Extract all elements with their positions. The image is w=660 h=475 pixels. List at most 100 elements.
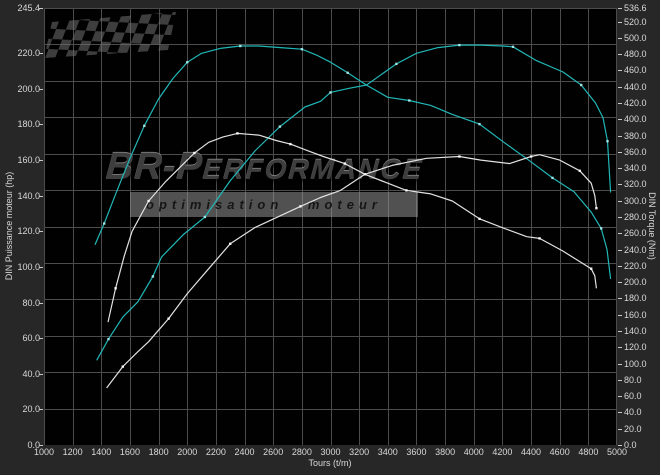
axis-tick-mark [618, 315, 622, 316]
axis-tick-mark [618, 184, 622, 185]
x-tick-label: 4800 [573, 448, 603, 457]
x-tick-label: 5000 [602, 448, 632, 457]
y-left-tick-label: 60.0 [22, 334, 40, 343]
torque-curve-b [97, 45, 611, 360]
x-tick-label: 3400 [373, 448, 403, 457]
axis-tick-mark [618, 250, 622, 251]
x-tick-label: 2200 [201, 448, 231, 457]
x-axis-title: Tours (t/m) [308, 458, 351, 468]
axis-tick-mark [39, 303, 43, 304]
y-right-tick-label: 380.0 [624, 132, 647, 141]
axis-tick-mark [618, 87, 622, 88]
y-right-tick-label: 460.0 [624, 66, 647, 75]
x-tick-label: 1800 [144, 448, 174, 457]
y-right-tick-label: 440.0 [624, 83, 647, 92]
axis-tick-mark [39, 160, 43, 161]
x-tick-label: 2600 [258, 448, 288, 457]
axis-tick-mark [618, 217, 622, 218]
axis-tick-mark [39, 196, 43, 197]
y-right-tick-label: 180.0 [624, 294, 647, 303]
y-left-tick-label: 180.0 [17, 120, 40, 129]
y-right-tick-label: 160.0 [624, 311, 647, 320]
x-tick-label: 1200 [58, 448, 88, 457]
axis-tick-mark [618, 119, 622, 120]
y-right-tick-label: 340.0 [624, 164, 647, 173]
y-right-tick-label: 240.0 [624, 246, 647, 255]
axis-tick-mark [39, 53, 43, 54]
x-tick-label: 3600 [401, 448, 431, 457]
axis-tick-mark [39, 409, 43, 410]
axis-tick-mark [618, 8, 622, 9]
axis-tick-mark [39, 124, 43, 125]
x-tick-label: 1600 [115, 448, 145, 457]
y-right-tick-label: 140.0 [624, 327, 647, 336]
axis-tick-mark [618, 380, 622, 381]
y-left-tick-label: 140.0 [17, 192, 40, 201]
axis-tick-mark [618, 22, 622, 23]
axis-tick-mark [618, 445, 622, 446]
axis-tick-mark [618, 103, 622, 104]
axis-tick-mark [39, 8, 43, 9]
y-right-tick-label: 100.0 [624, 360, 647, 369]
axis-tick-mark [39, 231, 43, 232]
torque-curve-a [95, 46, 611, 279]
y-right-tick-label: 200.0 [624, 278, 647, 287]
y-right-tick-label: 360.0 [624, 148, 647, 157]
y-left-tick-label: 220.0 [17, 49, 40, 58]
y-right-tick-label: 220.0 [624, 262, 647, 271]
y-left-tick-label: 20.0 [22, 405, 40, 414]
x-tick-label: 3000 [316, 448, 346, 457]
power-curve-a [108, 133, 596, 322]
x-tick-label: 2800 [287, 448, 317, 457]
axis-tick-mark [618, 412, 622, 413]
y-right-tick-label: 80.0 [624, 376, 642, 385]
y-right-tick-label: 120.0 [624, 343, 647, 352]
axis-tick-mark [618, 233, 622, 234]
axis-tick-mark [618, 70, 622, 71]
right-axis-title: DIN Torque (Nm) [647, 192, 657, 260]
y-right-tick-label: 40.0 [624, 408, 642, 417]
power-curve-b [107, 155, 597, 388]
axis-tick-mark [39, 89, 43, 90]
x-tick-label: 2400 [230, 448, 260, 457]
x-tick-label: 3800 [430, 448, 460, 457]
x-tick-label: 4200 [487, 448, 517, 457]
axis-tick-mark [618, 54, 622, 55]
axis-tick-mark [39, 338, 43, 339]
plot-area: BR-PERFORMANCE optimisation moteur [44, 8, 617, 445]
axis-tick-mark [618, 152, 622, 153]
axis-tick-mark [618, 347, 622, 348]
y-right-tick-label: 480.0 [624, 50, 647, 59]
y-left-tick-label: 40.0 [22, 370, 40, 379]
y-left-tick-label: 80.0 [22, 299, 40, 308]
axis-tick-mark [618, 136, 622, 137]
dyno-chart: BR-PERFORMANCE optimisation moteur 245.4… [0, 0, 660, 475]
curves-canvas [44, 8, 617, 445]
y-right-tick-label: 260.0 [624, 229, 647, 238]
y-left-tick-label: 200.0 [17, 85, 40, 94]
x-tick-label: 1000 [29, 448, 59, 457]
y-right-tick-label: 536.6 [624, 4, 647, 13]
axis-tick-mark [618, 298, 622, 299]
y-right-tick-label: 300.0 [624, 197, 647, 206]
y-right-tick-label: 520.0 [624, 18, 647, 27]
axis-tick-mark [39, 267, 43, 268]
x-tick-label: 2000 [172, 448, 202, 457]
axis-tick-mark [39, 374, 43, 375]
axis-tick-mark [618, 396, 622, 397]
y-left-tick-label: 120.0 [17, 227, 40, 236]
x-tick-label: 3200 [344, 448, 374, 457]
y-right-tick-label: 500.0 [624, 34, 647, 43]
axis-tick-mark [618, 201, 622, 202]
x-tick-label: 1400 [86, 448, 116, 457]
axis-tick-mark [618, 364, 622, 365]
axis-tick-mark [618, 282, 622, 283]
y-right-tick-label: 400.0 [624, 115, 647, 124]
axis-tick-mark [618, 168, 622, 169]
left-axis-title: DIN Puissance moteur (hp) [4, 172, 14, 281]
y-right-tick-label: 320.0 [624, 180, 647, 189]
axis-tick-mark [39, 445, 43, 446]
y-right-tick-label: 280.0 [624, 213, 647, 222]
axis-tick-mark [618, 429, 622, 430]
x-tick-label: 4000 [459, 448, 489, 457]
